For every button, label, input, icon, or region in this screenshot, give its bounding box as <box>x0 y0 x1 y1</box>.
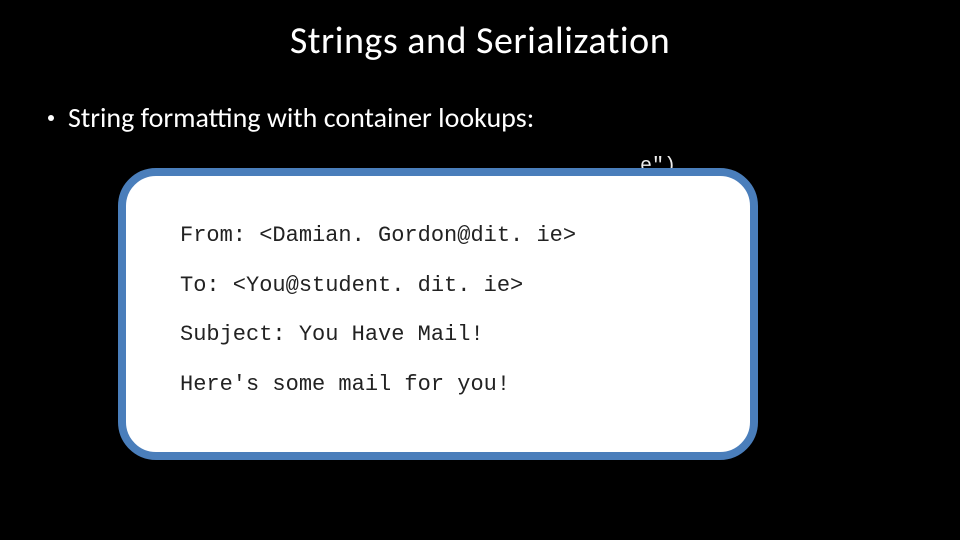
bullet-item: String formatting with container lookups… <box>48 100 534 135</box>
slide-title: Strings and Serialization <box>0 18 960 64</box>
slide: Strings and Serialization String formatt… <box>0 0 960 540</box>
email-code-box: From: <Damian. Gordon@dit. ie> To: <You@… <box>118 168 758 460</box>
email-from-line: From: <Damian. Gordon@dit. ie> <box>180 222 710 250</box>
email-subject-line: Subject: You Have Mail! <box>180 321 710 349</box>
bullet-dot-icon <box>48 115 54 121</box>
email-to-line: To: <You@student. dit. ie> <box>180 272 710 300</box>
email-body-line: Here's some mail for you! <box>180 371 710 399</box>
bullet-text: String formatting with container lookups… <box>68 100 534 135</box>
